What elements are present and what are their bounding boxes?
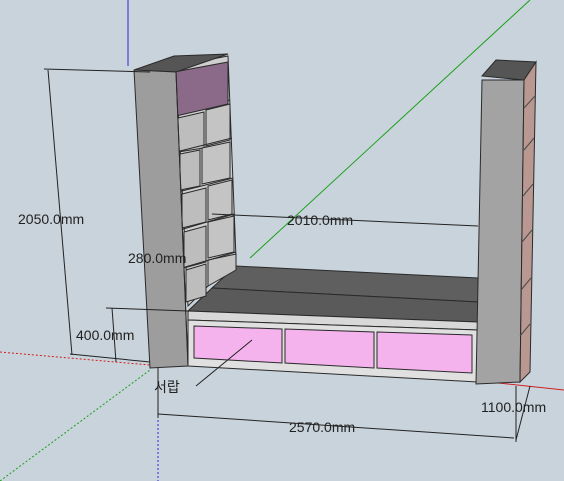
- right-bookcase-front: [475, 79, 525, 385]
- drawer-1: [193, 325, 283, 364]
- dim-bench-height-label: 400.0mm: [76, 327, 134, 343]
- bench[interactable]: [186, 265, 479, 383]
- left-bookcase-shelves: [175, 99, 237, 303]
- dim-inner-width-label: 2010.0mm: [287, 212, 353, 228]
- drawer-label: 서랍: [154, 379, 180, 395]
- dim-depth-left-label: 280.0mm: [128, 250, 186, 266]
- dim-depth-right-label: 1100.0mm: [481, 399, 546, 415]
- shelf-compartment: [201, 141, 231, 185]
- dimension-lines: [43, 68, 531, 442]
- shelf-compartment: [207, 215, 235, 259]
- modeling-viewport[interactable]: 2050.0mm 2010.0mm 280.0mm 400.0mm 서랍 110…: [0, 0, 564, 481]
- shelf-compartment: [185, 263, 207, 303]
- right-bookcase[interactable]: [475, 59, 537, 385]
- dim-total-width-label: 2570.0mm: [289, 419, 355, 435]
- drawer-2: [284, 328, 375, 369]
- shelf-compartment: [181, 187, 207, 229]
- red-axis-hidden: [0, 351, 151, 366]
- shelf-compartment: [179, 149, 201, 191]
- drawer-3: [376, 331, 473, 374]
- dim-height-label: 2050.0mm: [18, 211, 84, 227]
- green-axis-hidden: [0, 369, 151, 481]
- dim-height-ext-bottom: [69, 353, 151, 363]
